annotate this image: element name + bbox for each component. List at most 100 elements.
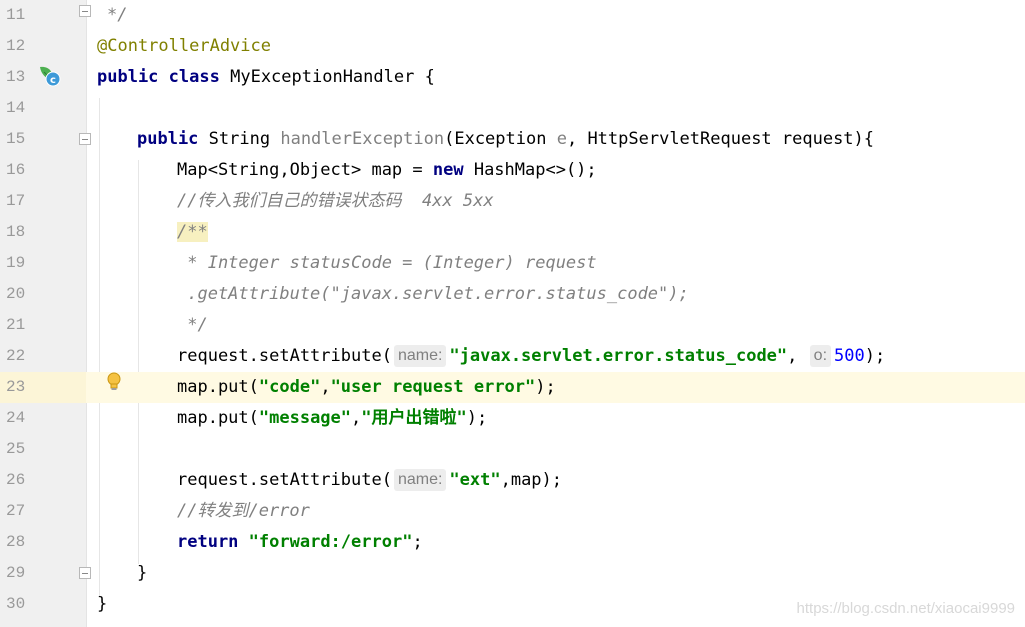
code-text: */ [107,0,127,31]
code-text: } [97,589,107,620]
code-line[interactable]: 25 [0,434,1025,465]
code-line[interactable]: 22 request.setAttribute(name: "javax.serv… [0,341,1025,372]
statement-end: ; [412,532,423,552]
gutter-cell: 20 [0,279,86,310]
code-line[interactable]: 19 * Integer statusCode = (Integer) requ… [0,248,1025,279]
line-number: 23 [6,378,26,396]
line-number: 17 [6,192,26,210]
fold-marker[interactable] [79,567,91,579]
code-text: } [137,558,147,589]
code-editor[interactable]: 11 */ 12 @ControllerAdvice 13 public cla… [0,0,1025,627]
line-number: 15 [6,130,26,148]
parameter-hint-o: o: [809,345,832,367]
code-line[interactable]: 27 //转发到/error [0,496,1025,527]
gutter-cell: 19 [0,248,86,279]
code-text: //转发到/error [177,496,310,527]
lightbulb-icon[interactable] [105,372,123,392]
annotation: @ControllerAdvice [97,36,271,56]
call-end: ); [864,346,886,366]
code-line[interactable]: 18 /** [0,217,1025,248]
code-text: map.put("code","user request error"); [177,372,556,403]
code-line[interactable]: 12 @ControllerAdvice [0,31,1025,62]
call-end: ,map); [500,470,563,490]
string-literal: "forward:/error" [248,532,413,552]
line-number: 25 [6,440,26,458]
parameter-hint-name: name: [393,345,447,367]
separator: , [320,377,331,397]
doc-comment-start: /** [177,222,208,242]
line-number: 26 [6,471,26,489]
keyword-public: public [97,67,159,87]
code-text: return "forward:/error"; [177,527,423,558]
code-text: request.setAttribute(name: "javax.servlet… [177,341,885,372]
code-text: request.setAttribute(name: "ext",map); [177,465,562,496]
map-decl: Map<String,Object> map = [177,160,433,180]
code-line[interactable]: 17 //传入我们自己的错误状态码 4xx 5xx [0,186,1025,217]
keyword-class: class [168,67,220,87]
code-text: */ [177,310,208,341]
code-line[interactable]: 24 map.put("message","用户出错啦"); [0,403,1025,434]
keyword-return: return [177,532,239,552]
gutter-cell: 17 [0,186,86,217]
gutter-cell: 29 [0,558,86,589]
code-text: Map<String,Object> map = new HashMap<>()… [177,155,597,186]
code-line[interactable]: 20 .getAttribute("javax.servlet.error.st… [0,279,1025,310]
string-literal: "用户出错啦" [361,408,467,428]
line-number: 22 [6,347,26,365]
fold-marker[interactable] [79,5,91,17]
map-put-call: map.put( [177,377,259,397]
doc-comment-end: */ [177,315,208,335]
line-number: 13 [6,68,26,86]
gutter-cell: 12 [0,31,86,62]
code-line[interactable]: 14 [0,93,1025,124]
return-type: String [208,129,271,149]
line-number: 18 [6,223,26,241]
map-put-call: map.put( [177,408,259,428]
code-line[interactable]: 29 } [0,558,1025,589]
keyword-public: public [137,129,199,149]
open-brace: { [424,67,435,87]
line-comment: //传入我们自己的错误状态码 4xx 5xx [177,191,494,211]
gutter-cell: 14 [0,93,86,124]
code-line[interactable]: 21 */ [0,310,1025,341]
code-text: .getAttribute("javax.servlet.error.statu… [177,279,689,310]
gutter-cell: 16 [0,155,86,186]
code-line[interactable]: 28 return "forward:/error"; [0,527,1025,558]
code-text: * Integer statusCode = (Integer) request [177,248,596,279]
line-number: 16 [6,161,26,179]
gutter-cell: 24 [0,403,86,434]
line-number: 30 [6,595,26,613]
line-comment: //转发到/error [177,501,310,521]
string-literal: "user request error" [330,377,536,397]
line-number: 12 [6,37,26,55]
code-line[interactable]: 26 request.setAttribute(name: "ext",map); [0,465,1025,496]
line-number: 24 [6,409,26,427]
doc-comment-end: */ [107,5,128,25]
line-number: 28 [6,533,26,551]
code-text: public class MyExceptionHandler { [97,62,435,93]
string-literal: "code" [258,377,321,397]
gutter-cell: 21 [0,310,86,341]
gutter-cell: 28 [0,527,86,558]
string-literal: "message" [258,408,352,428]
code-line[interactable]: 11 */ [0,0,1025,31]
param-e: e [556,129,567,149]
doc-comment-line: .getAttribute("javax.servlet.error.statu… [177,284,689,304]
code-line[interactable]: 15 public String handlerException(Except… [0,124,1025,155]
code-line[interactable]: 13 public class MyExceptionHandler { [0,62,1025,93]
code-text: /** [177,217,208,248]
watermark: https://blog.csdn.net/xiaocai9999 [796,600,1015,617]
close-brace: } [137,563,148,583]
line-number: 29 [6,564,26,582]
class-icon-letter: c [50,75,56,86]
line-number: 21 [6,316,26,334]
fold-marker[interactable] [79,133,91,145]
line-number: 27 [6,502,26,520]
code-line[interactable]: 16 Map<String,Object> map = new HashMap<… [0,155,1025,186]
code-text: @ControllerAdvice [97,31,271,62]
class-icon[interactable]: c [38,64,62,88]
current-code-line[interactable]: 23 map.put("code","user request error"); [0,372,1025,403]
parameter-hint-name: name: [393,469,447,491]
set-attribute-call: request.setAttribute( [177,470,392,490]
gutter-cell: 25 [0,434,86,465]
